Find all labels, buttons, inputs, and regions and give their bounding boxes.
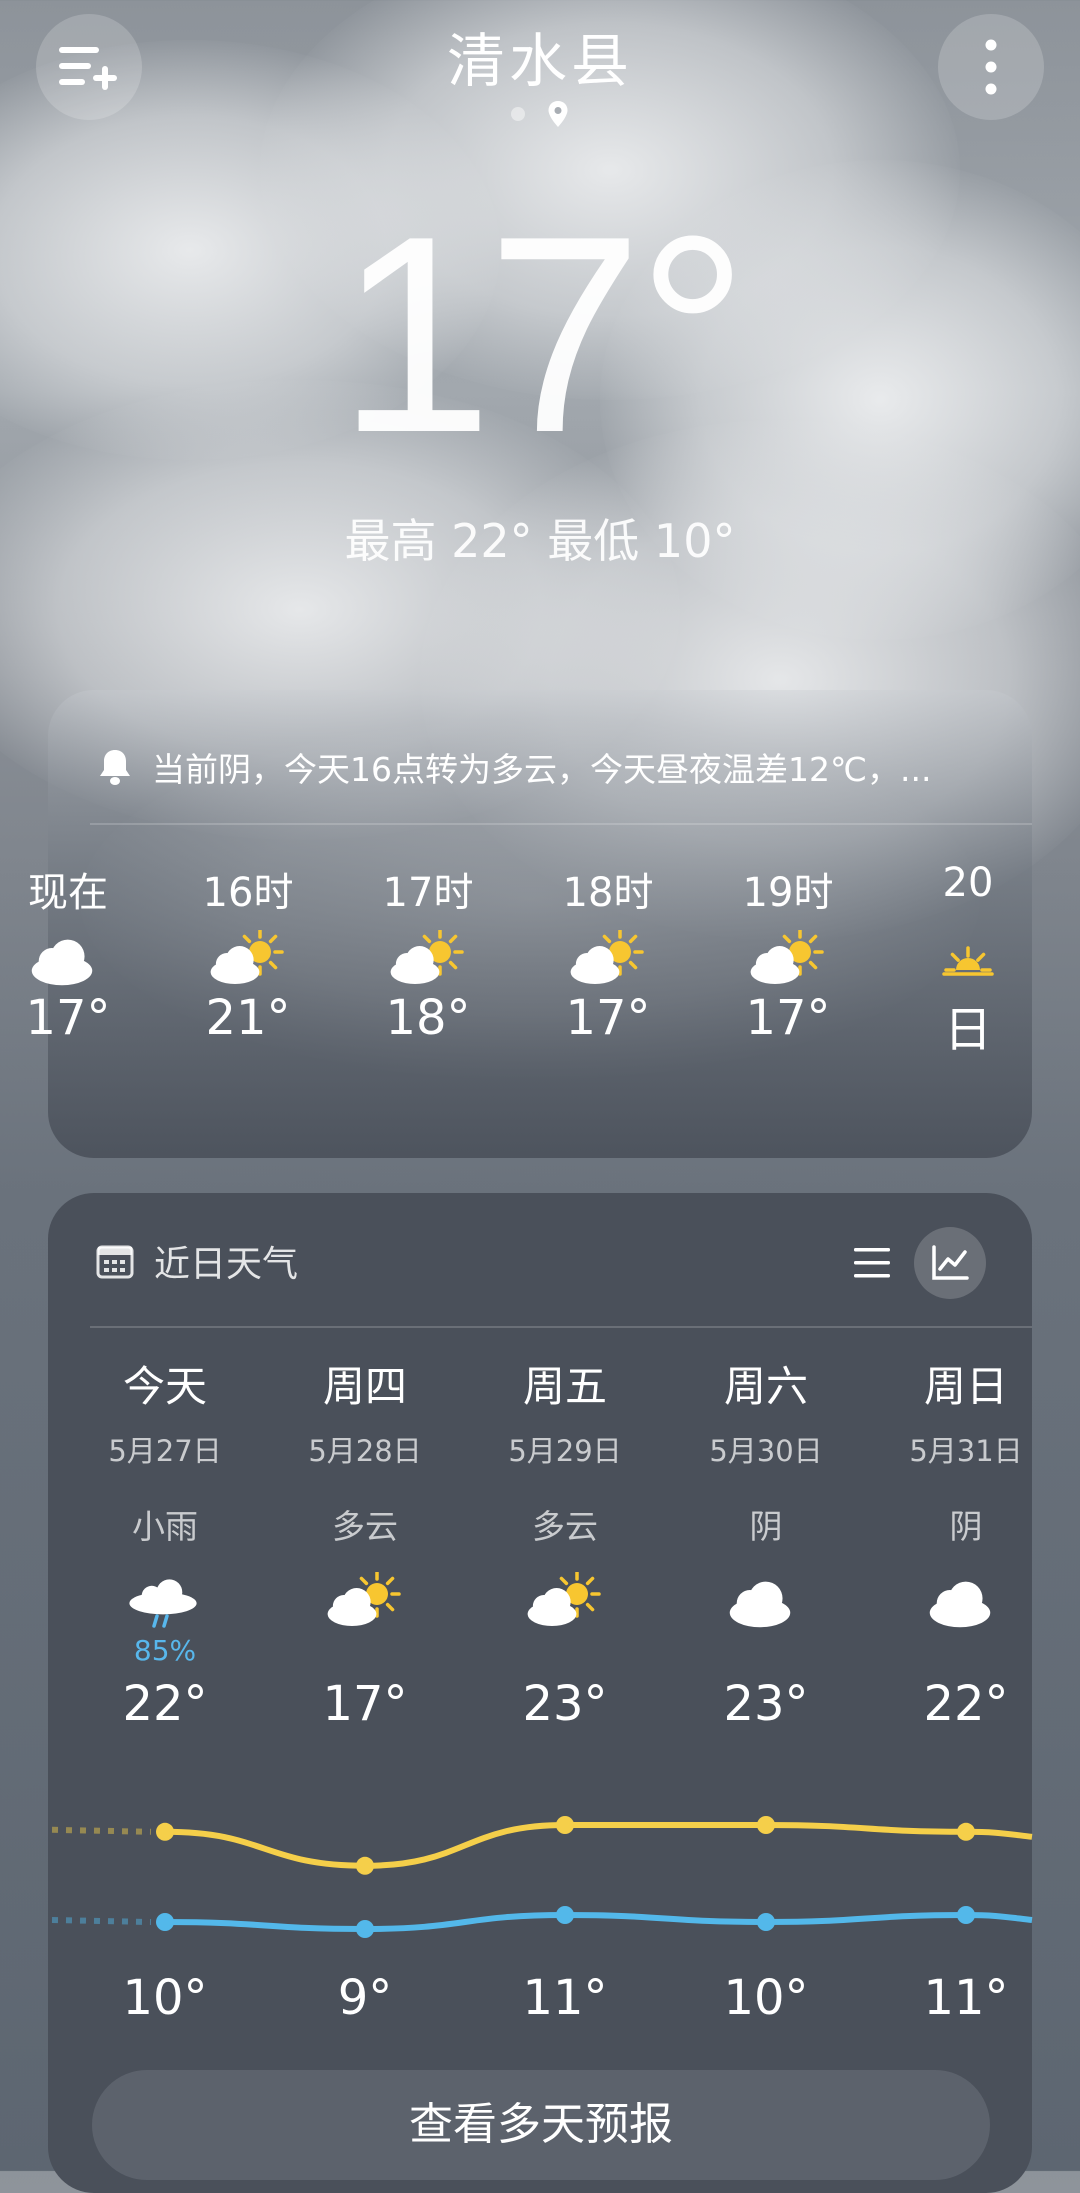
high-temp-point: [356, 1856, 374, 1875]
page-dot: [511, 107, 525, 121]
partly-cloudy-icon: [386, 930, 470, 986]
low-temp-point: [757, 1913, 775, 1931]
hour-label: 现在: [28, 870, 108, 916]
high-temp-line: [164, 1822, 1033, 1869]
divider: [90, 1326, 1032, 1328]
more-vertical-icon: [985, 37, 997, 97]
low-temp-point: [556, 1906, 574, 1924]
hour-label: 19时: [742, 870, 834, 916]
sunset-icon: [926, 930, 1010, 986]
calendar-icon: [96, 1243, 134, 1279]
hour-temperature: 17°: [565, 990, 651, 1046]
high-temp-lead-in: [51, 1826, 152, 1835]
day-low-temperature: 11°: [923, 1970, 1009, 2026]
more-options-button[interactable]: [938, 14, 1044, 120]
cloudy-icon: [26, 930, 110, 986]
high-temp-point: [556, 1816, 574, 1834]
day-low-temperature: 11°: [522, 1970, 608, 2026]
low-temp-point: [156, 1913, 174, 1931]
hour-label: 16时: [202, 870, 294, 916]
hour-temperature: 日: [943, 1002, 992, 1058]
bell-icon: [96, 747, 134, 787]
hour-label: 18时: [562, 870, 654, 916]
line-chart-icon: [931, 1245, 969, 1281]
list-icon: [852, 1246, 892, 1280]
chart-view-button[interactable]: [914, 1227, 986, 1299]
low-temp-point: [356, 1920, 374, 1938]
low-temp-point: [957, 1906, 975, 1924]
divider: [90, 823, 1032, 825]
hour-temperature: 17°: [25, 990, 111, 1046]
view-multi-day-forecast-button[interactable]: 查看多天预报: [92, 2070, 990, 2180]
hour-label: 17时: [382, 870, 474, 916]
hour-temperature: 18°: [385, 990, 471, 1046]
day-low-temperature: 10°: [122, 1970, 208, 2026]
high-temp-point: [156, 1822, 174, 1841]
partly-cloudy-icon: [746, 930, 830, 986]
low-temp-line: [164, 1911, 1033, 1933]
city-name[interactable]: 清水县: [0, 14, 1080, 98]
partly-cloudy-icon: [206, 930, 290, 986]
high-temp-point: [957, 1822, 975, 1841]
day-low-temperature: 9°: [337, 1970, 393, 2026]
low-temp-lead-in: [51, 1917, 152, 1925]
section-title: 近日天气: [154, 1244, 299, 1285]
partly-cloudy-icon: [566, 930, 650, 986]
hour-label: 20: [942, 860, 994, 906]
day-low-temperature: 10°: [723, 1970, 809, 2026]
hour-temperature: 17°: [745, 990, 831, 1046]
section-header: 近日天气: [96, 1235, 298, 1287]
top-bar: 清水县: [0, 0, 1080, 140]
hour-temperature: 21°: [205, 990, 291, 1046]
high-temp-point: [757, 1816, 775, 1834]
high-low-temperature: 最高 22° 最低 10°: [344, 514, 736, 568]
current-temperature: 17°: [337, 179, 748, 491]
page-indicator: [0, 100, 1080, 128]
hourly-forecast-card: 当前阴，今天16点转为多云，今天昼夜温差12℃，... 现在 17° 16时 21° 1…: [25, 690, 1032, 1158]
location-pin-icon: [547, 100, 569, 128]
alert-text: 当前阴，今天16点转为多云，今天昼夜温差12℃，...: [152, 750, 932, 789]
daily-forecast-card: 近日天气: [48, 1193, 1032, 2193]
list-view-button[interactable]: [842, 1233, 902, 1293]
weather-alert[interactable]: 当前阴，今天16点转为多云，今天昼夜温差12℃，...: [96, 732, 932, 802]
